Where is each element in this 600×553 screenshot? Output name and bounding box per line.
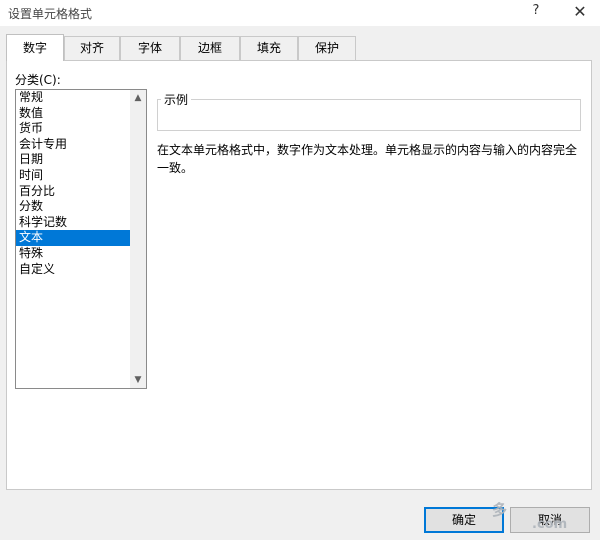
category-item-number[interactable]: 数值: [16, 106, 130, 122]
ok-button[interactable]: 确定: [424, 507, 504, 533]
tab-fill[interactable]: 填充: [240, 36, 298, 60]
scroll-up-arrow-icon[interactable]: ▲: [130, 90, 146, 106]
category-item-scientific[interactable]: 科学记数: [16, 215, 130, 231]
title-bar: 设置单元格格式 ? ✕: [0, 0, 600, 26]
cancel-button[interactable]: 取消: [510, 507, 590, 533]
category-list: 常规 数值 货币 会计专用 日期 时间 百分比 分数 科学记数 文本 特殊 自定…: [16, 90, 130, 277]
category-item-general[interactable]: 常规: [16, 90, 130, 106]
tab-border[interactable]: 边框: [180, 36, 240, 60]
category-item-accounting[interactable]: 会计专用: [16, 137, 130, 153]
category-item-custom[interactable]: 自定义: [16, 262, 130, 278]
category-item-date[interactable]: 日期: [16, 152, 130, 168]
category-item-text[interactable]: 文本: [16, 230, 130, 246]
sample-box: [157, 99, 581, 131]
category-item-currency[interactable]: 货币: [16, 121, 130, 137]
category-item-special[interactable]: 特殊: [16, 246, 130, 262]
tab-number[interactable]: 数字: [6, 34, 64, 61]
tab-alignment[interactable]: 对齐: [64, 36, 120, 60]
format-description: 在文本单元格格式中，数字作为文本处理。单元格显示的内容与输入的内容完全一致。: [157, 143, 578, 175]
close-icon[interactable]: ✕: [570, 2, 590, 22]
category-item-percentage[interactable]: 百分比: [16, 184, 130, 200]
sample-legend: 示例: [161, 91, 192, 108]
tab-font[interactable]: 字体: [120, 36, 180, 60]
tab-panel-number: 分类(C): 常规 数值 货币 会计专用 日期 时间 百分比 分数 科学记数 文…: [6, 60, 592, 490]
category-scrollbar[interactable]: ▲ ▼: [130, 90, 146, 388]
scroll-down-arrow-icon[interactable]: ▼: [130, 372, 146, 388]
category-item-fraction[interactable]: 分数: [16, 199, 130, 215]
category-item-time[interactable]: 时间: [16, 168, 130, 184]
help-icon[interactable]: ?: [528, 3, 544, 21]
category-label: 分类(C):: [15, 73, 61, 87]
tab-protection[interactable]: 保护: [298, 36, 356, 60]
window-title: 设置单元格格式: [8, 7, 93, 21]
category-listbox[interactable]: 常规 数值 货币 会计专用 日期 时间 百分比 分数 科学记数 文本 特殊 自定…: [15, 89, 147, 389]
dialog-body: 数字 对齐 字体 边框 填充 保护 分类(C): 常规 数值 货币 会计专用 日…: [0, 26, 600, 540]
